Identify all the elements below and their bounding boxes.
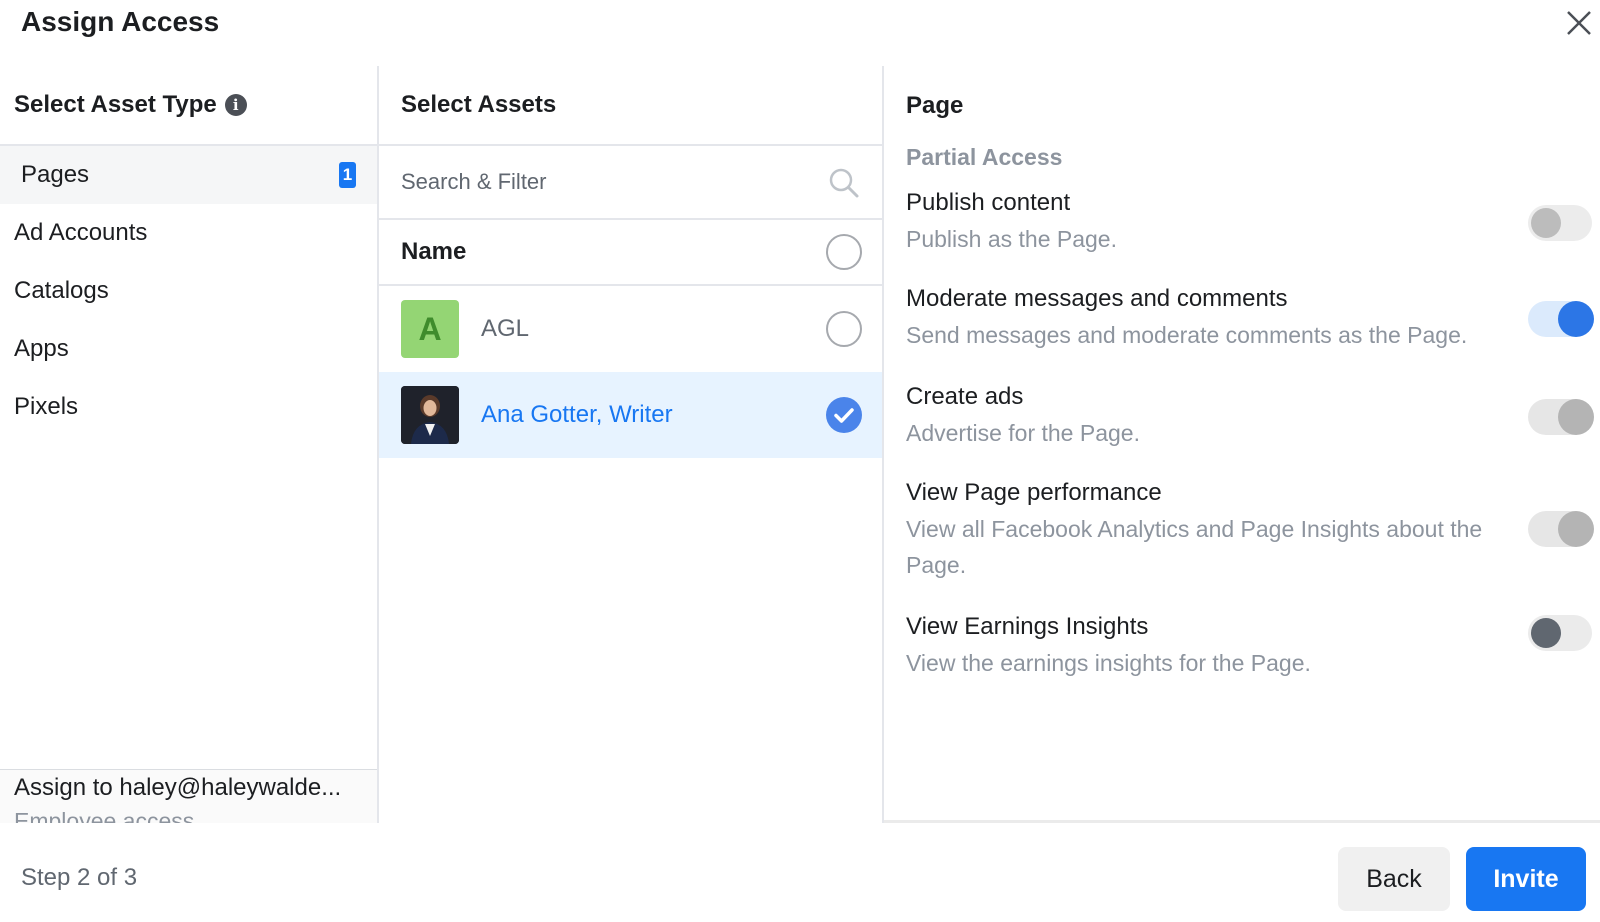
asset-type-panel: Select Asset Type i Pages 1 Ad Accounts …	[0, 66, 379, 823]
permission-toggle[interactable]	[1528, 615, 1592, 651]
permission-title: Create ads	[906, 383, 1024, 410]
step-indicator: Step 2 of 3	[21, 864, 138, 891]
permission-toggle[interactable]	[1528, 399, 1594, 435]
close-button[interactable]	[1564, 8, 1594, 38]
permissions-panel: Page Partial Access Publish content Publ…	[884, 66, 1600, 823]
asset-type-label: Pages	[21, 161, 90, 188]
back-button[interactable]: Back	[1338, 847, 1450, 911]
permission-description: Advertise for the Page.	[906, 420, 1140, 446]
assignee-summary: Assign to haley@haleywalde... Employee a…	[0, 769, 377, 823]
permission-toggle[interactable]	[1528, 511, 1594, 547]
permissions-header: Page	[906, 92, 964, 119]
asset-name: AGL	[481, 315, 530, 342]
permission-create-ads: Create ads Advertise for the Page.	[884, 383, 1600, 451]
toggle-knob	[1531, 618, 1561, 648]
check-icon	[834, 408, 854, 423]
asset-select-radio[interactable]	[826, 311, 862, 347]
avatar: A	[401, 300, 459, 358]
asset-type-header-label: Select Asset Type	[14, 91, 217, 118]
permission-view-page-performance: View Page performance View all Facebook …	[884, 479, 1600, 583]
info-icon[interactable]: i	[224, 94, 247, 116]
permission-description: Publish as the Page.	[906, 226, 1117, 252]
access-type: Employee access	[14, 808, 195, 823]
asset-type-label: Pixels	[14, 393, 79, 420]
asset-type-pixels[interactable]: Pixels	[0, 378, 377, 436]
permission-title: View Earnings Insights	[906, 613, 1149, 640]
close-icon	[1567, 11, 1591, 35]
asset-type-pages[interactable]: Pages 1	[0, 146, 377, 204]
avatar	[401, 386, 459, 444]
asset-row-agl[interactable]: A AGL	[379, 286, 882, 372]
selected-count-badge: 1	[339, 162, 356, 188]
asset-select-checkbox[interactable]	[826, 397, 862, 433]
asset-type-header: Select Asset Type i	[0, 66, 377, 146]
invite-button[interactable]: Invite	[1466, 847, 1586, 911]
search-bar	[379, 146, 882, 220]
permission-description: View all Facebook Analytics and Page Ins…	[906, 516, 1483, 578]
permission-toggle[interactable]	[1528, 205, 1592, 241]
asset-type-label: Ad Accounts	[14, 219, 148, 246]
access-level-label: Partial Access	[906, 144, 1063, 170]
asset-type-label: Apps	[14, 335, 69, 362]
asset-type-catalogs[interactable]: Catalogs	[0, 262, 377, 320]
toggle-knob	[1558, 399, 1594, 435]
dialog-title: Assign Access	[21, 6, 220, 37]
assets-panel: Select Assets Name A AGL Ana Gotter, Wri…	[379, 66, 884, 823]
asset-row-ana-gotter[interactable]: Ana Gotter, Writer	[379, 372, 882, 458]
permission-description: View the earnings insights for the Page.	[906, 650, 1311, 676]
assets-header: Select Assets	[379, 66, 882, 146]
asset-type-label: Catalogs	[14, 277, 109, 304]
asset-type-apps[interactable]: Apps	[0, 320, 377, 378]
name-column-label: Name	[401, 238, 467, 265]
name-column-header: Name	[379, 220, 882, 286]
assignee-email: Assign to haley@haleywalde...	[14, 774, 342, 801]
permission-description: Send messages and moderate comments as t…	[906, 322, 1468, 348]
avatar-letter: A	[418, 310, 442, 347]
asset-type-ad-accounts[interactable]: Ad Accounts	[0, 204, 377, 262]
permission-view-earnings-insights: View Earnings Insights View the earnings…	[884, 613, 1600, 681]
permission-title: Moderate messages and comments	[906, 285, 1288, 312]
toggle-knob	[1531, 208, 1561, 238]
select-all-radio[interactable]	[826, 234, 862, 270]
permission-title: View Page performance	[906, 479, 1162, 506]
profile-photo-icon	[401, 386, 459, 444]
toggle-knob	[1558, 511, 1594, 547]
permission-publish-content: Publish content Publish as the Page.	[884, 189, 1600, 257]
search-icon[interactable]	[827, 166, 861, 200]
permission-title: Publish content	[906, 189, 1071, 216]
asset-name: Ana Gotter, Writer	[481, 401, 673, 428]
search-input[interactable]	[401, 169, 801, 195]
permission-toggle[interactable]	[1528, 301, 1594, 337]
toggle-knob	[1558, 301, 1594, 337]
permission-moderate-messages: Moderate messages and comments Send mess…	[884, 285, 1600, 353]
